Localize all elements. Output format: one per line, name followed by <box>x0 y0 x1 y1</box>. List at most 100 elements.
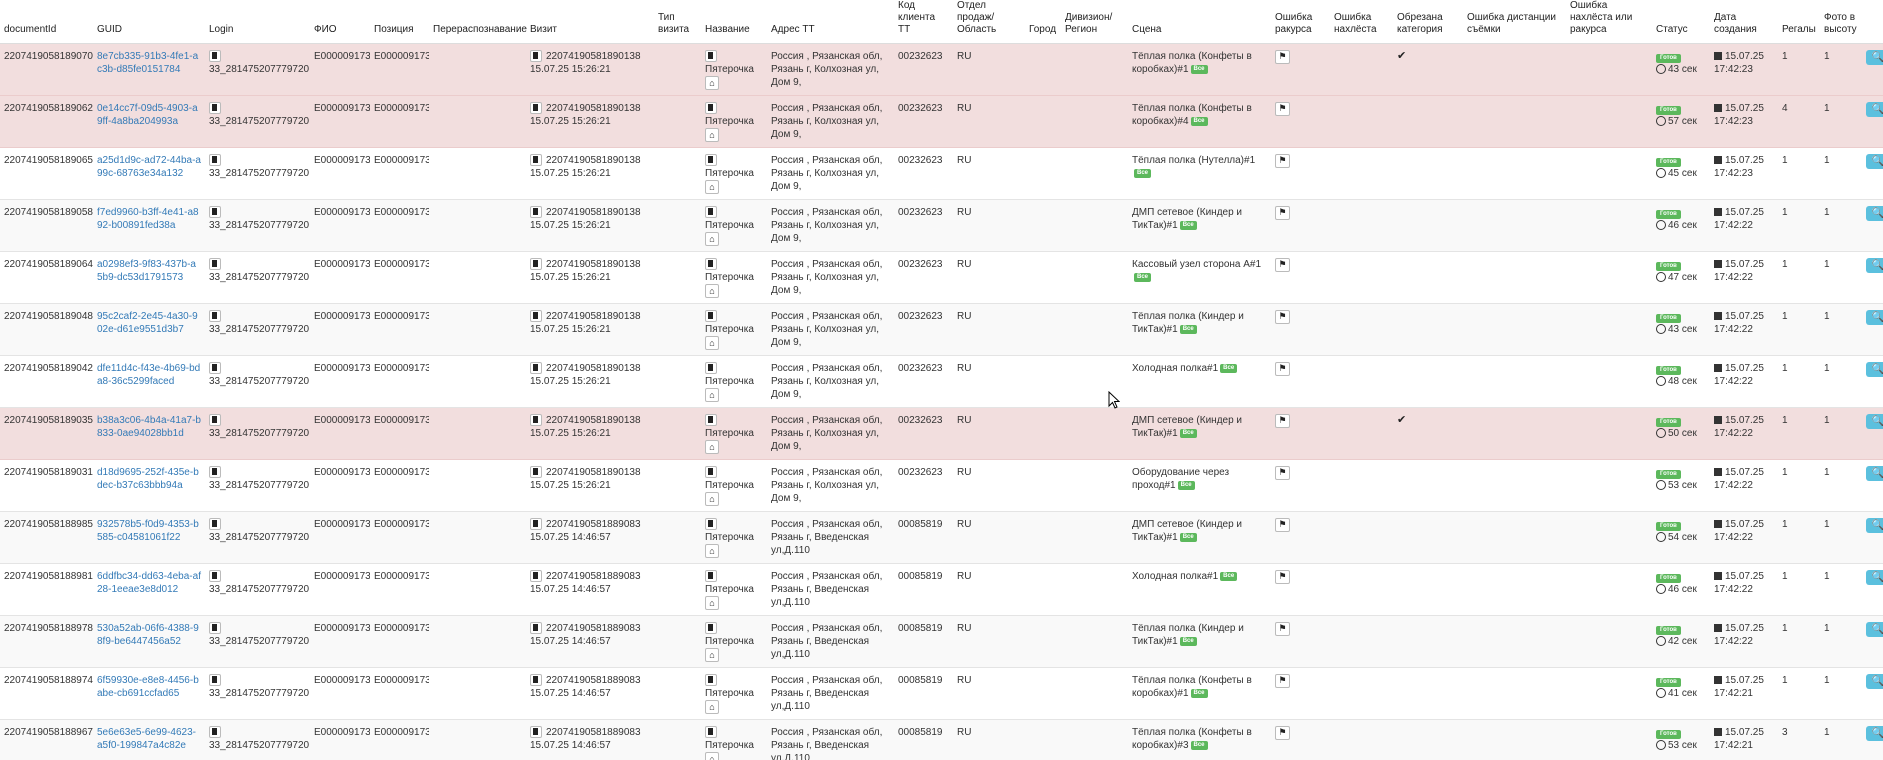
col-header-shelves[interactable]: Регалы <box>1778 0 1820 44</box>
zoom-button[interactable]: 🔍 <box>1866 258 1883 273</box>
store-document-icon[interactable] <box>705 310 717 323</box>
table-row[interactable]: 22074190581889741 6f59930e-e8e8-4456-babe… <box>0 667 1883 720</box>
guid-link[interactable]: 6ddfbc34-dd63-4eba-af28-1eeae3e8d012 <box>97 570 201 596</box>
col-header-rerecognition[interactable]: Перераспознавание <box>429 0 527 44</box>
table-row[interactable]: 22074190581889675 5e6e63e5-6e99-4623-a5f0… <box>0 719 1883 760</box>
table-row[interactable]: 22074190581890319 d18d9695-252f-435e-bdec… <box>0 459 1883 512</box>
home-icon[interactable]: ⌂ <box>705 648 719 662</box>
home-icon[interactable]: ⌂ <box>705 700 719 714</box>
guid-link[interactable]: 8e7cb335-91b3-4fe1-ac3b-d85fe0151784 <box>97 50 201 76</box>
guid-link[interactable]: a25d1d9c-ad72-44ba-a99c-68763e34a132 <box>97 154 201 180</box>
guid-link[interactable]: b38a3c06-4b4a-41a7-b833-0ae94028bb1d <box>97 414 201 440</box>
flag-icon[interactable]: ⚑ <box>1275 414 1290 428</box>
visit-document-icon[interactable] <box>530 414 542 427</box>
store-document-icon[interactable] <box>705 206 717 219</box>
login-document-icon[interactable] <box>209 154 221 167</box>
col-header-name[interactable]: Название <box>701 0 767 44</box>
visit-document-icon[interactable] <box>530 206 542 219</box>
zoom-button[interactable]: 🔍 <box>1866 206 1883 221</box>
zoom-button[interactable]: 🔍 <box>1866 622 1883 637</box>
zoom-button[interactable]: 🔍 <box>1866 466 1883 481</box>
home-icon[interactable]: ⌂ <box>705 752 719 760</box>
flag-icon[interactable]: ⚑ <box>1275 674 1290 688</box>
home-icon[interactable]: ⌂ <box>705 284 719 298</box>
store-document-icon[interactable] <box>705 102 717 115</box>
store-document-icon[interactable] <box>705 518 717 531</box>
store-document-icon[interactable] <box>705 362 717 375</box>
guid-link[interactable]: 5e6e63e5-6e99-4623-a5f0-199847a4c82e <box>97 726 201 752</box>
flag-icon[interactable]: ⚑ <box>1275 726 1290 740</box>
zoom-button[interactable]: 🔍 <box>1866 362 1883 377</box>
flag-icon[interactable]: ⚑ <box>1275 102 1290 116</box>
col-header-sales-dept[interactable]: Отдел продаж/ Область <box>953 0 1025 44</box>
zoom-button[interactable]: 🔍 <box>1866 518 1883 533</box>
col-header-photo-height[interactable]: Фото в высоту <box>1820 0 1862 44</box>
col-header-login[interactable]: Login <box>205 0 310 44</box>
table-row[interactable]: 22074190581889855 932578b5-f0d9-4353-b585… <box>0 511 1883 564</box>
login-document-icon[interactable] <box>209 518 221 531</box>
store-document-icon[interactable] <box>705 674 717 687</box>
guid-link[interactable]: 932578b5-f0d9-4353-b585-c04581061f22 <box>97 518 201 544</box>
home-icon[interactable]: ⌂ <box>705 544 719 558</box>
table-row[interactable]: 22074190581889814 6ddfbc34-dd63-4eba-af28… <box>0 563 1883 616</box>
col-header-position[interactable]: Позиция <box>370 0 429 44</box>
col-header-overlap-error[interactable]: Ошибка нахлёста <box>1330 0 1393 44</box>
flag-icon[interactable]: ⚑ <box>1275 518 1290 532</box>
visit-document-icon[interactable] <box>530 726 542 739</box>
col-header-visit-type[interactable]: Тип визита <box>654 0 701 44</box>
login-document-icon[interactable] <box>209 50 221 63</box>
visit-document-icon[interactable] <box>530 518 542 531</box>
zoom-button[interactable]: 🔍 <box>1866 414 1883 429</box>
visit-document-icon[interactable] <box>530 466 542 479</box>
col-header-division[interactable]: Дивизион/ Регион <box>1061 0 1128 44</box>
store-document-icon[interactable] <box>705 154 717 167</box>
flag-icon[interactable]: ⚑ <box>1275 50 1290 64</box>
home-icon[interactable]: ⌂ <box>705 76 719 90</box>
zoom-button[interactable]: 🔍 <box>1866 50 1883 65</box>
flag-icon[interactable]: ⚑ <box>1275 310 1290 324</box>
home-icon[interactable]: ⌂ <box>705 336 719 350</box>
table-row[interactable]: 22074190581890627 0e14cc7f-09d5-4903-a9ff… <box>0 95 1883 148</box>
home-icon[interactable]: ⌂ <box>705 596 719 610</box>
visit-document-icon[interactable] <box>530 362 542 375</box>
login-document-icon[interactable] <box>209 466 221 479</box>
col-header-angle-error[interactable]: Ошибка ракурса <box>1271 0 1330 44</box>
store-document-icon[interactable] <box>705 622 717 635</box>
login-document-icon[interactable] <box>209 206 221 219</box>
col-header-distance-error[interactable]: Ошибка дистанции съёмки <box>1463 0 1566 44</box>
login-document-icon[interactable] <box>209 414 221 427</box>
flag-icon[interactable]: ⚑ <box>1275 622 1290 636</box>
table-row[interactable]: 22074190581889780 530a52ab-06f6-4388-98f9… <box>0 615 1883 668</box>
home-icon[interactable]: ⌂ <box>705 180 719 194</box>
zoom-button[interactable]: 🔍 <box>1866 726 1883 741</box>
guid-link[interactable]: f7ed9960-b3ff-4e41-a892-b00891fed38a <box>97 206 201 232</box>
visit-document-icon[interactable] <box>530 622 542 635</box>
guid-link[interactable]: d18d9695-252f-435e-bdec-b37c63bbb94a <box>97 466 201 492</box>
table-row[interactable]: 22074190581890585 f7ed9960-b3ff-4e41-a892… <box>0 199 1883 252</box>
flag-icon[interactable]: ⚑ <box>1275 570 1290 584</box>
zoom-button[interactable]: 🔍 <box>1866 570 1883 585</box>
visit-document-icon[interactable] <box>530 154 542 167</box>
col-header-address[interactable]: Адрес ТТ <box>767 0 894 44</box>
home-icon[interactable]: ⌂ <box>705 440 719 454</box>
visit-document-icon[interactable] <box>530 258 542 271</box>
flag-icon[interactable]: ⚑ <box>1275 154 1290 168</box>
col-header-scene[interactable]: Сцена <box>1128 0 1271 44</box>
visit-document-icon[interactable] <box>530 310 542 323</box>
guid-link[interactable]: 0e14cc7f-09d5-4903-a9ff-4a8ba204993a <box>97 102 201 128</box>
zoom-button[interactable]: 🔍 <box>1866 102 1883 117</box>
store-document-icon[interactable] <box>705 726 717 739</box>
guid-link[interactable]: 530a52ab-06f6-4388-98f9-be6447456a52 <box>97 622 201 648</box>
store-document-icon[interactable] <box>705 466 717 479</box>
login-document-icon[interactable] <box>209 102 221 115</box>
guid-link[interactable]: a0298ef3-9f83-437b-a5b9-dc53d1791573 <box>97 258 201 284</box>
flag-icon[interactable]: ⚑ <box>1275 206 1290 220</box>
table-row[interactable]: 22074190581890659 a25d1d9c-ad72-44ba-a99c… <box>0 147 1883 200</box>
flag-icon[interactable]: ⚑ <box>1275 466 1290 480</box>
store-document-icon[interactable] <box>705 50 717 63</box>
visit-document-icon[interactable] <box>530 50 542 63</box>
col-header-cropped-category[interactable]: Обрезана категория <box>1393 0 1463 44</box>
guid-link[interactable]: dfe11d4c-f43e-4b69-bda8-36c5299faced <box>97 362 201 388</box>
login-document-icon[interactable] <box>209 258 221 271</box>
table-row[interactable]: 22074190581890704 8e7cb335-91b3-4fe1-ac3b… <box>0 43 1883 96</box>
